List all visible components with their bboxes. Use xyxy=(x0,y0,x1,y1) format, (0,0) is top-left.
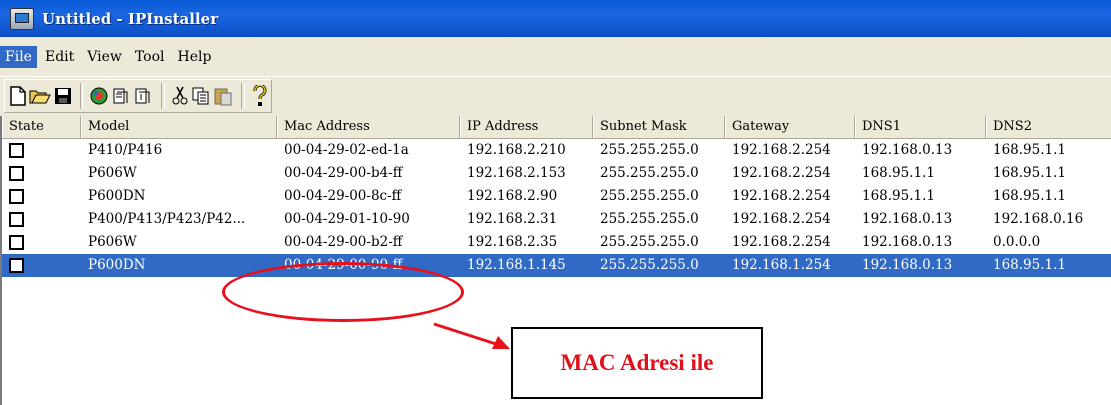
cell-mac: 00-04-29-02-ed-1a xyxy=(284,142,409,158)
menu-tool[interactable]: Tool xyxy=(130,46,170,68)
save-disk-icon[interactable] xyxy=(53,83,71,109)
cell-dns1: 168.95.1.1 xyxy=(862,165,935,181)
config2-icon[interactable] xyxy=(133,83,153,109)
column-header-ip[interactable]: IP Address xyxy=(460,116,593,138)
column-header-dns2[interactable]: DNS2 xyxy=(986,116,1111,138)
cell-subnet: 255.255.255.0 xyxy=(600,142,699,158)
column-header-gateway[interactable]: Gateway xyxy=(725,116,855,138)
cell-dns2: 0.0.0.0 xyxy=(993,234,1041,250)
cell-gateway: 192.168.1.254 xyxy=(732,257,831,273)
toolbar-separator xyxy=(241,83,245,109)
config-icon[interactable] xyxy=(111,83,131,109)
cell-gateway: 192.168.2.254 xyxy=(732,142,831,158)
cell-model: P600DN xyxy=(88,188,146,204)
cell-ip: 192.168.2.153 xyxy=(467,165,566,181)
cell-dns1: 192.168.0.13 xyxy=(862,211,953,227)
cut-icon[interactable] xyxy=(171,83,189,109)
cell-model: P410/P416 xyxy=(88,142,163,158)
state-checkbox[interactable] xyxy=(9,143,24,158)
cell-dns2: 168.95.1.1 xyxy=(993,188,1066,204)
cell-ip: 192.168.2.31 xyxy=(467,211,558,227)
paste-icon[interactable] xyxy=(213,83,233,109)
window-title: Untitled - IPInstaller xyxy=(42,9,219,28)
cell-dns1: 192.168.0.13 xyxy=(862,234,953,250)
cell-dns1: 192.168.0.13 xyxy=(862,142,953,158)
cell-mac: 00-04-29-01-10-90 xyxy=(284,211,410,227)
table-row[interactable]: P600DN 00-04-29-00-8c-ff 192.168.2.90 25… xyxy=(2,185,1111,208)
toolbar-separator xyxy=(79,83,84,109)
state-checkbox[interactable] xyxy=(9,235,24,250)
menu-bar: File Edit View Tool Help xyxy=(0,37,1111,76)
cell-gateway: 192.168.2.254 xyxy=(732,165,831,181)
search-device-icon[interactable] xyxy=(89,83,109,109)
cell-subnet: 255.255.255.0 xyxy=(600,188,699,204)
column-header-subnet[interactable]: Subnet Mask xyxy=(593,116,725,138)
annotation-callout: MAC Adresi ile xyxy=(511,327,763,399)
cell-gateway: 192.168.2.254 xyxy=(732,211,831,227)
mac-highlight-ellipse xyxy=(222,262,464,322)
annotation-arrow xyxy=(433,322,510,349)
menu-help[interactable]: Help xyxy=(172,46,216,68)
cell-mac: 00-04-29-00-b4-ff xyxy=(284,165,403,181)
menu-edit[interactable]: Edit xyxy=(40,46,79,68)
cell-mac: 00-04-29-00-8c-ff xyxy=(284,188,402,204)
cell-ip: 192.168.2.35 xyxy=(467,234,558,250)
menu-view[interactable]: View xyxy=(82,46,127,68)
cell-dns2: 168.95.1.1 xyxy=(993,257,1066,273)
cell-gateway: 192.168.2.254 xyxy=(732,188,831,204)
cell-mac: 00-04-29-00-b2-ff xyxy=(284,234,403,250)
toolbar-group xyxy=(4,79,272,113)
column-header-state[interactable]: State xyxy=(2,116,81,138)
help-icon[interactable] xyxy=(251,83,269,109)
new-file-icon[interactable] xyxy=(9,83,27,109)
table-row[interactable]: P410/P416 00-04-29-02-ed-1a 192.168.2.21… xyxy=(2,139,1111,162)
cell-model: P400/P413/P423/P42... xyxy=(88,211,246,227)
open-folder-icon[interactable] xyxy=(29,83,52,109)
state-checkbox[interactable] xyxy=(9,258,24,273)
cell-gateway: 192.168.2.254 xyxy=(732,234,831,250)
list-header: State Model Mac Address IP Address Subne… xyxy=(2,116,1111,139)
state-checkbox[interactable] xyxy=(9,212,24,227)
state-checkbox[interactable] xyxy=(9,166,24,181)
cell-dns1: 192.168.0.13 xyxy=(862,257,953,273)
table-row[interactable]: P606W 00-04-29-00-b4-ff 192.168.2.153 25… xyxy=(2,162,1111,185)
cell-ip: 192.168.2.90 xyxy=(467,188,558,204)
cell-ip: 192.168.2.210 xyxy=(467,142,566,158)
toolbar xyxy=(0,76,1111,117)
cell-dns2: 192.168.0.16 xyxy=(993,211,1084,227)
table-row[interactable]: P400/P413/P423/P42... 00-04-29-01-10-90 … xyxy=(2,208,1111,231)
column-header-dns1[interactable]: DNS1 xyxy=(855,116,986,138)
column-header-mac[interactable]: Mac Address xyxy=(277,116,460,138)
cell-model: P606W xyxy=(88,165,137,181)
cell-dns1: 168.95.1.1 xyxy=(862,188,935,204)
cell-model: P606W xyxy=(88,234,137,250)
app-icon xyxy=(10,7,34,30)
column-header-model[interactable]: Model xyxy=(81,116,277,138)
table-row[interactable]: P606W 00-04-29-00-b2-ff 192.168.2.35 255… xyxy=(2,231,1111,254)
cell-subnet: 255.255.255.0 xyxy=(600,165,699,181)
state-checkbox[interactable] xyxy=(9,189,24,204)
cell-ip: 192.168.1.145 xyxy=(467,257,566,273)
copy-icon[interactable] xyxy=(191,83,211,109)
cell-dns2: 168.95.1.1 xyxy=(993,165,1066,181)
toolbar-separator xyxy=(161,83,165,109)
cell-model: P600DN xyxy=(88,257,146,273)
cell-subnet: 255.255.255.0 xyxy=(600,234,699,250)
cell-subnet: 255.255.255.0 xyxy=(600,211,699,227)
menu-file[interactable]: File xyxy=(0,45,37,68)
table-row-selected[interactable]: P600DN 00-04-29-00-90-ff 192.168.1.145 2… xyxy=(2,254,1111,277)
cell-subnet: 255.255.255.0 xyxy=(600,257,699,273)
cell-dns2: 168.95.1.1 xyxy=(993,142,1066,158)
title-bar: Untitled - IPInstaller xyxy=(0,0,1111,37)
